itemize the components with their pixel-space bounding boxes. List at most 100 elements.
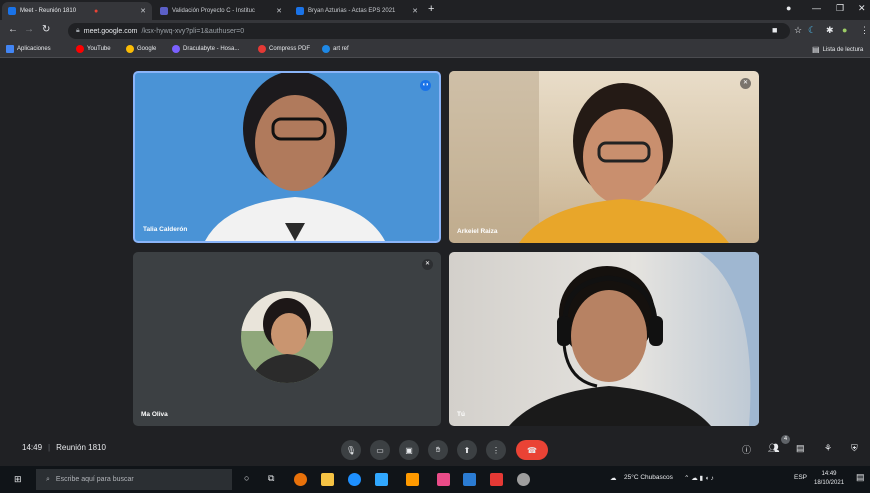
weather-text: 25°C Chubascos bbox=[624, 474, 673, 481]
close-icon[interactable]: ✕ bbox=[276, 7, 282, 15]
camera-button[interactable]: ▭ bbox=[370, 440, 390, 460]
google-icon bbox=[126, 45, 134, 53]
bookmark-apps[interactable]: Aplicaciones bbox=[6, 45, 51, 53]
taskbar-search[interactable]: ⌕ Escribe aquí para buscar bbox=[36, 469, 232, 490]
extension-moon-icon[interactable]: ☾ bbox=[808, 25, 816, 36]
new-tab-icon[interactable]: + bbox=[428, 3, 434, 15]
draculabyte-icon bbox=[172, 45, 180, 53]
tab-actas[interactable]: Bryan Azturias - Actas EPS 2021 ✕ bbox=[290, 2, 424, 20]
taskbar-clock[interactable]: 14:49 18/10/2021 bbox=[814, 470, 844, 488]
forward-icon[interactable]: → bbox=[24, 24, 34, 35]
word-icon[interactable] bbox=[463, 473, 476, 486]
meeting-details-icon[interactable]: ⓘ bbox=[742, 443, 751, 456]
reading-list-label: Lista de lectura bbox=[822, 46, 864, 53]
meet-stage: ◖◗ Talia Calderón ✕ Arkeiel Raiza ✕ Ma O… bbox=[0, 58, 870, 434]
activities-icon[interactable]: ⚘ bbox=[824, 443, 832, 454]
bookmark-youtube[interactable]: YouTube bbox=[76, 45, 111, 53]
reading-list-icon: ▤ bbox=[812, 45, 820, 54]
chat-icon[interactable]: ▤ bbox=[796, 443, 805, 454]
bookmark-draculabyte[interactable]: Draculabyte - Hosa... bbox=[172, 45, 239, 53]
leave-call-button[interactable]: ☎︎ bbox=[516, 440, 548, 460]
tray-icons[interactable]: ⌃ ☁ ▮ ◖ ♪ bbox=[684, 474, 714, 482]
mic-button[interactable]: 🎙︎ bbox=[341, 440, 361, 460]
close-icon[interactable]: ✕ bbox=[412, 7, 418, 15]
host-controls-icon[interactable]: ⛨ bbox=[851, 443, 858, 454]
people-icon[interactable]: 👥︎ bbox=[768, 443, 779, 454]
youtube-icon bbox=[76, 45, 84, 53]
cortana-icon[interactable]: ○ bbox=[244, 473, 257, 486]
separator: | bbox=[48, 443, 51, 452]
task-view-icon[interactable]: ⧉ bbox=[268, 473, 281, 486]
firefox-icon[interactable] bbox=[294, 473, 307, 486]
bookmarks-bar: Aplicaciones YouTube Google Draculabyte … bbox=[0, 42, 870, 58]
present-button[interactable]: ⬆ bbox=[457, 440, 477, 460]
window-close-icon[interactable]: ✕ bbox=[858, 3, 866, 14]
participant-tile[interactable]: ✕ Arkeiel Raiza bbox=[449, 71, 759, 243]
illustrator-icon[interactable] bbox=[406, 473, 419, 486]
people-count-badge: 4 bbox=[781, 435, 790, 444]
face-shape bbox=[571, 290, 647, 382]
extensions-icon[interactable]: ✱ bbox=[826, 25, 834, 36]
participant-name: Arkeiel Raiza bbox=[457, 228, 498, 235]
participant-tile[interactable]: Tú bbox=[449, 252, 759, 426]
reload-icon[interactable]: ↻ bbox=[42, 24, 50, 35]
background-shelf-shape bbox=[449, 71, 539, 243]
tab-label: Meet - Reunión 1810 bbox=[20, 8, 77, 14]
pdf-icon bbox=[258, 45, 266, 53]
apps-grid-icon bbox=[6, 45, 14, 53]
shirt-shape bbox=[519, 199, 729, 243]
bookmark-art-ref[interactable]: art ref bbox=[322, 45, 349, 53]
acrobat-icon[interactable] bbox=[490, 473, 503, 486]
weather-icon[interactable]: ☁︎ bbox=[610, 474, 617, 482]
edge-icon[interactable] bbox=[348, 473, 361, 486]
notifications-icon[interactable]: ▤ bbox=[856, 472, 865, 483]
participant-tile[interactable]: ✕ Ma Oliva bbox=[133, 252, 441, 426]
bookmark-google[interactable]: Google bbox=[126, 45, 156, 53]
captions-button[interactable]: ▣ bbox=[399, 440, 419, 460]
captions-icon: ▣ bbox=[405, 445, 413, 455]
windows-start-icon[interactable]: ⊞ bbox=[14, 474, 22, 485]
reading-list[interactable]: ▤ Lista de lectura bbox=[812, 45, 863, 54]
hangup-icon: ☎︎ bbox=[527, 445, 537, 455]
bookmark-label: Compress PDF bbox=[269, 46, 311, 52]
tab-meet[interactable]: Meet - Reunión 1810 ● ✕ bbox=[2, 2, 152, 20]
back-icon[interactable]: ← bbox=[8, 24, 18, 35]
close-icon[interactable]: ✕ bbox=[140, 7, 146, 15]
camera-in-use-icon[interactable]: ■ bbox=[772, 25, 777, 35]
more-options-button[interactable]: ⋮ bbox=[486, 440, 506, 460]
participant-video bbox=[509, 252, 759, 426]
speaking-indicator-icon: ◖◗ bbox=[420, 80, 431, 91]
menu-icon[interactable]: ⋮ bbox=[860, 25, 869, 36]
bookmark-label: Draculabyte - Hosa... bbox=[183, 46, 240, 52]
participant-tile[interactable]: ◖◗ Talia Calderón bbox=[133, 71, 441, 243]
minimize-icon[interactable]: — bbox=[812, 3, 821, 13]
url-host: meet.google.com bbox=[83, 27, 138, 35]
indesign-icon[interactable] bbox=[437, 473, 450, 486]
present-icon: ⬆ bbox=[463, 445, 471, 455]
raise-hand-button[interactable]: ✋︎ bbox=[428, 440, 448, 460]
search-placeholder: Escribe aquí para buscar bbox=[55, 476, 134, 483]
address-bar[interactable]: 🔒︎ meet.google.com /ksx-hywq-xvy?pli=1&a… bbox=[68, 23, 790, 39]
teams-favicon-icon bbox=[160, 7, 168, 15]
lock-icon: 🔒︎ bbox=[76, 27, 80, 34]
globe-icon bbox=[322, 45, 330, 53]
mic-muted-icon: ✕ bbox=[422, 259, 433, 270]
tab-validacion[interactable]: Validación Proyecto C - Instituc ✕ bbox=[154, 2, 288, 20]
file-explorer-icon[interactable] bbox=[321, 473, 334, 486]
meet-favicon-icon bbox=[8, 7, 16, 15]
maximize-icon[interactable]: ❐ bbox=[836, 3, 844, 14]
clock-date: 18/10/2021 bbox=[814, 480, 845, 486]
app-icon[interactable] bbox=[517, 473, 530, 486]
star-icon[interactable]: ☆ bbox=[794, 25, 802, 36]
participant-name: Tú bbox=[457, 411, 465, 418]
profile-icon[interactable]: ● bbox=[786, 3, 791, 13]
search-icon: ⌕ bbox=[46, 475, 50, 483]
language-indicator[interactable]: ESP bbox=[794, 474, 807, 481]
browser-tab-strip: Meet - Reunión 1810 ● ✕ Validación Proye… bbox=[0, 0, 870, 20]
bookmark-compress-pdf[interactable]: Compress PDF bbox=[258, 45, 310, 53]
participant-video bbox=[449, 71, 729, 243]
avatar[interactable]: ● bbox=[842, 25, 847, 35]
tab-label: Bryan Azturias - Actas EPS 2021 bbox=[308, 8, 396, 14]
face-shape bbox=[271, 313, 307, 355]
photoshop-icon[interactable] bbox=[375, 473, 388, 486]
